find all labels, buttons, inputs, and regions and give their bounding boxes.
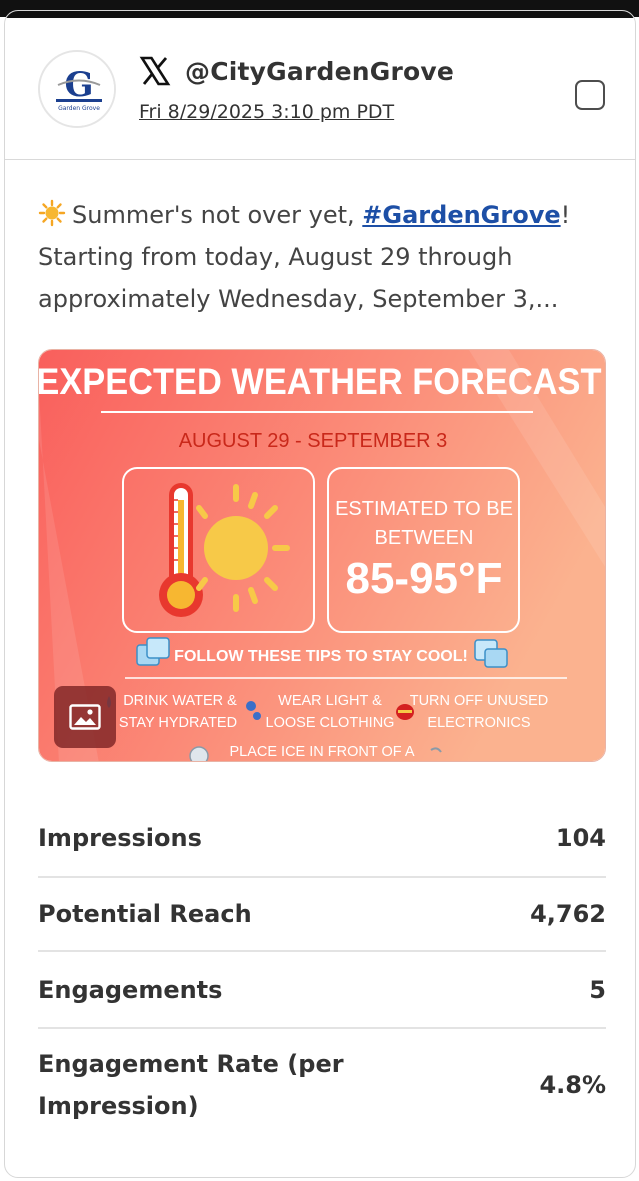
stat-value: 104 — [555, 823, 606, 852]
stats-table: Impressions 104 Potential Reach 4,762 En… — [38, 799, 606, 1141]
stat-label: Impressions — [38, 823, 202, 852]
estimate-line2: BETWEEN — [375, 527, 474, 549]
stat-label: Potential Reach — [38, 900, 252, 928]
stat-row-engagement-rate: Engagement Rate (per Impression) 4.8% — [38, 1029, 606, 1141]
tip4-line1: PLACE ICE IN FRONT OF A — [229, 744, 414, 760]
tip2-line1: WEAR LIGHT & — [278, 693, 382, 709]
account-handle[interactable]: @CityGardenGrove — [185, 57, 454, 86]
stat-row-engagements: Engagements 5 — [38, 952, 606, 1029]
stat-row-impressions: Impressions 104 — [38, 799, 606, 878]
fan-icon — [189, 746, 209, 761]
tip3-line2: ELECTRONICS — [427, 715, 530, 731]
post-card: G Garden Grove @CityGardenGrove Fri 8/29… — [4, 10, 636, 1178]
stat-value: 4.8% — [539, 1071, 606, 1099]
post-header: G Garden Grove @CityGardenGrove Fri 8/29… — [5, 18, 635, 160]
media-type-badge — [54, 686, 116, 748]
forecast-dates: AUGUST 29 - SEPTEMBER 3 — [179, 430, 448, 452]
stat-label: Engagements — [38, 975, 223, 1004]
sun-emoji-icon — [38, 199, 66, 227]
stat-value: 5 — [589, 975, 606, 1004]
post-timestamp-link[interactable]: Fri 8/29/2025 3:10 pm PDT — [139, 101, 394, 123]
tip1-line2: STAY HYDRATED — [119, 715, 237, 731]
post-text: Summer's not over yet, #GardenGrove! Sta… — [38, 194, 618, 320]
handle-row: @CityGardenGrove — [139, 56, 454, 86]
garden-grove-logo: G Garden Grove — [42, 54, 114, 126]
stat-row-potential-reach: Potential Reach 4,762 — [38, 878, 606, 952]
stat-value: 4,762 — [530, 900, 606, 928]
avatar-text: Garden Grove — [58, 105, 100, 112]
tips-heading: FOLLOW THESE TIPS TO STAY COOL! — [174, 648, 468, 665]
post-text-intro: Summer's not over yet, — [72, 201, 363, 229]
x-logo-icon — [139, 56, 171, 86]
image-icon — [69, 704, 101, 730]
stat-label: Engagement Rate (per Impression) — [38, 1050, 344, 1120]
post-image[interactable]: EXPECTED WEATHER FORECAST AUGUST 29 - SE… — [38, 349, 606, 762]
weather-forecast-graphic: EXPECTED WEATHER FORECAST AUGUST 29 - SE… — [39, 350, 605, 761]
temperature-range: 85-95°F — [345, 554, 502, 603]
tip3-line1: TURN OFF UNUSED — [410, 693, 549, 709]
card-top-strip — [5, 11, 635, 18]
tip2-line2: LOOSE CLOTHING — [266, 715, 395, 731]
select-post-checkbox[interactable] — [575, 80, 605, 110]
avatar[interactable]: G Garden Grove — [38, 50, 116, 128]
forecast-title: EXPECTED WEATHER FORECAST — [39, 361, 602, 402]
estimate-line1: ESTIMATED TO BE — [335, 498, 513, 520]
tip1-line1: DRINK WATER & — [123, 693, 237, 709]
hashtag-link[interactable]: #GardenGrove — [362, 201, 560, 229]
